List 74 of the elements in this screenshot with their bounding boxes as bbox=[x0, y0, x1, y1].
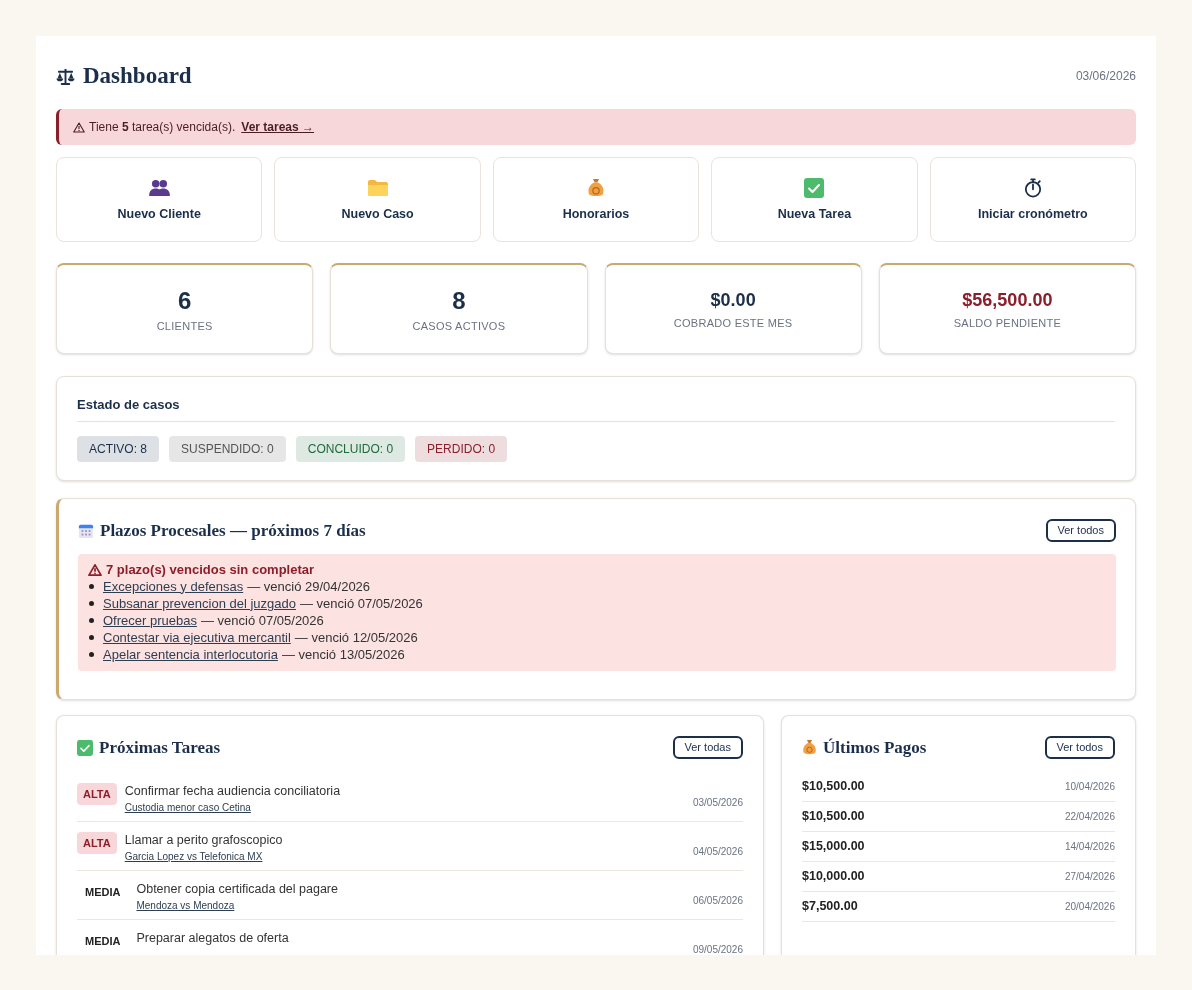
stat-label: CASOS ACTIVOS bbox=[412, 319, 506, 333]
view-all-button[interactable]: Ver todos bbox=[1045, 519, 1116, 542]
bullet-icon bbox=[89, 601, 94, 606]
stat-value: $56,500.00 bbox=[962, 289, 1053, 312]
checkbox-icon bbox=[804, 177, 825, 198]
quick-action-button[interactable]: Nuevo Cliente bbox=[56, 157, 263, 242]
payment-date: 14/04/2026 bbox=[1064, 840, 1115, 854]
payment-amount: $7,500.00 bbox=[802, 898, 858, 916]
view-all-button[interactable]: Ver todas bbox=[672, 736, 743, 759]
warning-icon bbox=[88, 564, 102, 576]
money-bag-icon bbox=[587, 177, 605, 198]
view-tasks-link[interactable]: Ver tareas → bbox=[241, 119, 314, 135]
bullet-icon bbox=[89, 618, 94, 623]
priority-label: ALTA bbox=[77, 783, 117, 805]
quick-action-button[interactable]: Iniciar cronómetro bbox=[929, 157, 1136, 242]
status-tag: CONCLUIDO: 0 bbox=[295, 436, 406, 462]
payment-date: 22/04/2026 bbox=[1064, 810, 1115, 824]
bullet-icon bbox=[89, 652, 94, 657]
section-title: Estado de casos bbox=[77, 397, 1115, 422]
stat-label: CLIENTES bbox=[156, 319, 213, 333]
payment-date: 10/04/2026 bbox=[1064, 780, 1115, 794]
due-date-text: — venció 12/05/2026 bbox=[294, 628, 418, 647]
payment-date: 27/04/2026 bbox=[1064, 870, 1115, 884]
quick-action-button[interactable]: Honorarios bbox=[492, 157, 700, 242]
task-date: 03/05/2026 bbox=[692, 795, 743, 810]
scales-icon bbox=[56, 67, 75, 85]
task-title: Llamar a perito grafoscopico bbox=[124, 832, 283, 848]
due-date-text: — venció 07/05/2026 bbox=[200, 611, 324, 630]
folder-icon bbox=[366, 178, 389, 197]
case-link[interactable]: Mendoza vs Mendoza bbox=[136, 899, 235, 913]
status-tag: SUSPENDIDO: 0 bbox=[169, 436, 286, 462]
due-date-text: — venció 13/05/2026 bbox=[281, 645, 405, 664]
task-title: Preparar alegatos de oferta bbox=[136, 930, 289, 946]
quick-action-button[interactable]: Nueva Tarea bbox=[711, 157, 918, 242]
people-icon bbox=[148, 179, 170, 196]
warning-icon bbox=[73, 121, 85, 133]
calendar-icon bbox=[78, 522, 94, 539]
task-title: Obtener copia certificada del pagare bbox=[136, 881, 338, 897]
case-link[interactable]: Custodia menor caso Cetina bbox=[124, 801, 251, 815]
bullet-icon bbox=[89, 635, 94, 640]
page-title: Dashboard bbox=[83, 64, 192, 88]
task-title: Confirmar fecha audiencia conciliatoria bbox=[124, 783, 341, 799]
priority-label: MEDIA bbox=[84, 884, 122, 900]
task-date: 04/05/2026 bbox=[692, 844, 743, 859]
money-bag-icon bbox=[802, 739, 817, 756]
checkbox-icon bbox=[77, 739, 93, 756]
status-tag: ACTIVO: 8 bbox=[77, 436, 159, 462]
alert-text: Tiene 5 tarea(s) vencida(s). bbox=[89, 119, 236, 135]
case-link[interactable]: Garcia Lopez vs Telefonica MX bbox=[124, 850, 263, 864]
view-all-button[interactable]: Ver todos bbox=[1044, 736, 1115, 759]
payment-amount: $10,500.00 bbox=[802, 808, 865, 826]
payment-amount: $10,500.00 bbox=[802, 778, 865, 796]
due-date-text: — venció 07/05/2026 bbox=[299, 594, 423, 613]
panel-title: Plazos Procesales — próximos 7 días bbox=[100, 519, 366, 542]
stopwatch-icon bbox=[1023, 177, 1042, 198]
date-text: 03/06/2026 bbox=[1075, 68, 1136, 84]
payment-amount: $10,000.00 bbox=[802, 868, 865, 886]
panel-title: Últimos Pagos bbox=[823, 736, 927, 759]
stat-label: SALDO PENDIENTE bbox=[953, 316, 1062, 330]
stat-label: COBRADO ESTE MES bbox=[673, 316, 793, 330]
task-date: 06/05/2026 bbox=[692, 893, 743, 908]
quick-action-button[interactable]: Nuevo Caso bbox=[274, 157, 481, 242]
panel-title: Próximas Tareas bbox=[99, 736, 221, 759]
stat-value: 8 bbox=[452, 286, 466, 316]
priority-label: ALTA bbox=[77, 832, 117, 854]
priority-label: MEDIA bbox=[84, 933, 122, 949]
payment-amount: $15,000.00 bbox=[802, 838, 865, 856]
task-date: 09/05/2026 bbox=[692, 942, 743, 955]
bullet-icon bbox=[89, 584, 94, 589]
stat-value: 6 bbox=[177, 286, 192, 316]
payment-date: 20/04/2026 bbox=[1064, 900, 1115, 914]
status-tag: PERDIDO: 0 bbox=[415, 436, 508, 462]
stat-value: $0.00 bbox=[710, 289, 756, 312]
due-date-text: — venció 29/04/2026 bbox=[247, 577, 371, 596]
